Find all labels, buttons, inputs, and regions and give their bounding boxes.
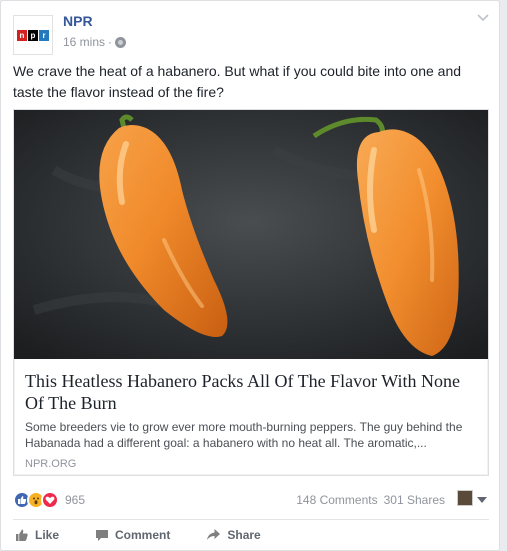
post-stats: 965 148 Comments 301 Shares [13, 487, 489, 511]
share-label: Share [227, 528, 261, 542]
page-name-link[interactable]: NPR [63, 13, 93, 29]
link-preview[interactable]: This Heatless Habanero Packs All Of The … [13, 109, 489, 476]
comment-icon [96, 530, 109, 541]
like-label: Like [35, 528, 60, 542]
link-title[interactable]: This Heatless Habanero Packs All Of The … [25, 370, 479, 414]
caret-down-icon[interactable] [477, 497, 487, 503]
share-arrow-icon [207, 529, 221, 540]
logo-letter-p: p [28, 29, 38, 41]
action-bar: Like Comment Share [13, 523, 489, 547]
thumbs-up-icon [16, 529, 28, 541]
viewer-avatar[interactable] [457, 490, 473, 506]
globe-icon [115, 36, 127, 48]
logo-letter-n: n [17, 29, 27, 41]
reactions-summary[interactable]: 965 [13, 491, 85, 509]
engagement-counts: 148 Comments 301 Shares [296, 493, 445, 507]
post-meta: 16 mins · [63, 35, 127, 49]
post-header: n p r NPR 16 mins · [13, 9, 489, 55]
meta-separator: · [108, 35, 113, 49]
habanero-image[interactable] [14, 110, 488, 359]
link-description: Some breeders vie to grow ever more mout… [25, 420, 463, 450]
post-text: We crave the heat of a habanero. But wha… [13, 63, 462, 100]
like-button[interactable]: Like [13, 523, 59, 547]
comment-label: Comment [115, 528, 171, 542]
share-button[interactable]: Share [204, 523, 261, 547]
npr-logo[interactable]: n p r [13, 15, 53, 55]
love-icon[interactable] [41, 491, 59, 509]
shares-count-link[interactable]: 301 Shares [384, 493, 445, 507]
post-card: n p r NPR 16 mins · We crave the heat of… [0, 0, 500, 551]
comments-count-link[interactable]: 148 Comments [296, 493, 377, 507]
actions-divider [13, 519, 489, 520]
post-timestamp[interactable]: 16 mins [63, 35, 105, 49]
logo-letter-r: r [39, 29, 49, 41]
link-domain: NPR.ORG [25, 458, 77, 470]
comment-button[interactable]: Comment [93, 523, 170, 547]
reaction-count[interactable]: 965 [65, 493, 85, 507]
chevron-down-icon[interactable] [477, 11, 489, 23]
